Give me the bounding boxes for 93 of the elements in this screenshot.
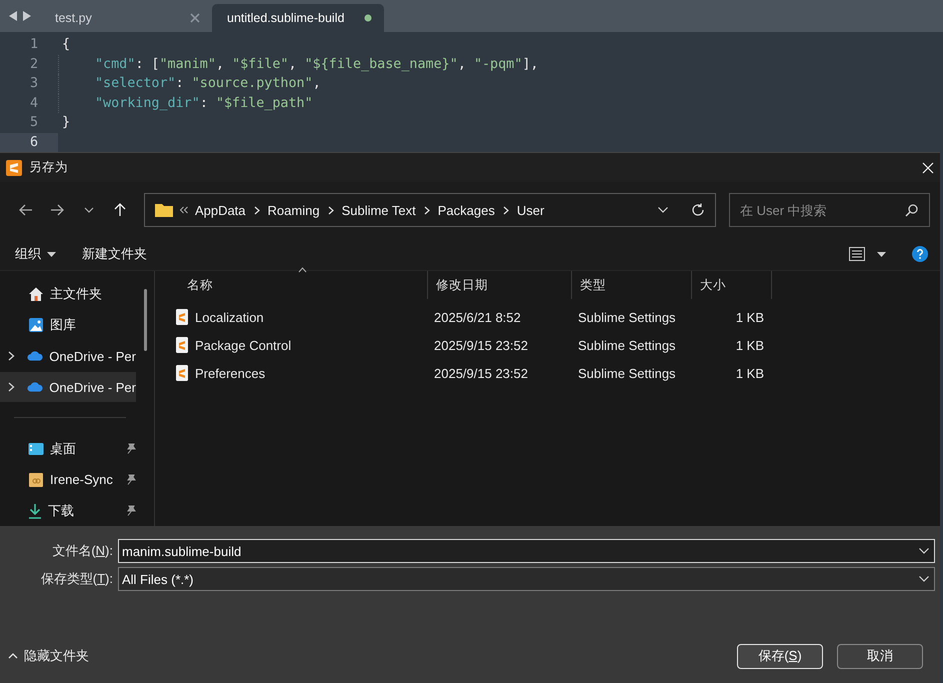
cloud-icon — [26, 350, 44, 362]
refresh-icon[interactable] — [690, 203, 705, 217]
breadcrumb[interactable]: AppData — [194, 202, 246, 218]
line-number: 4 — [28, 94, 39, 113]
size-cell-text: 1 KB — [734, 338, 765, 352]
modified-dot-icon — [364, 14, 372, 22]
sidebar-item[interactable]: OneDrive - Per — [0, 372, 136, 402]
date-cell-text: 2025/6/21 8:52 — [433, 310, 522, 324]
type-cell-text: Sublime Settings — [577, 366, 677, 380]
breadcrumb-chevron-icon — [502, 206, 509, 214]
type-cell-text: Sublime Settings — [577, 338, 677, 352]
code-line: } — [61, 114, 70, 132]
desktop-icon — [28, 442, 44, 456]
hide-folders-toggle[interactable]: 隐藏文件夹 — [8, 647, 89, 665]
chevron-up-icon — [8, 653, 18, 659]
file-name-cell[interactable]: Package Control — [155, 337, 428, 353]
file-name-cell[interactable]: Localization — [155, 309, 428, 325]
field-label: 文件名(N): — [51, 542, 114, 560]
caret-icon[interactable] — [877, 252, 886, 256]
pin-icon[interactable] — [125, 474, 136, 486]
file-name-field[interactable]: manim.sublime-build — [118, 539, 935, 563]
folder-icon — [28, 472, 44, 488]
organize-menu-button[interactable]: 组织 — [8, 241, 63, 267]
chevron-right-icon[interactable] — [8, 382, 15, 392]
sidebar-item[interactable]: 图库 — [0, 310, 136, 341]
tab-forward-icon[interactable] — [22, 11, 31, 21]
folder-icon — [154, 203, 173, 217]
chevron-down-icon[interactable] — [656, 206, 669, 214]
field-label: 保存类型(T): — [40, 570, 114, 588]
type-cell-text: Sublime Settings — [577, 310, 677, 324]
sublime-file-icon — [175, 365, 189, 381]
sidebar-item[interactable]: 下载 — [0, 495, 136, 526]
chevron-down-icon[interactable] — [918, 575, 930, 583]
code-line: "cmd": ["manim", "$file", "${file_base_name}", "-pqm"], — [94, 56, 538, 74]
app-icon — [6, 160, 22, 176]
column-header[interactable]: 大小 — [692, 271, 772, 299]
back-arrow-icon — [18, 204, 33, 216]
breadcrumb-chevron-icon — [424, 206, 430, 214]
new-folder-button[interactable]: 新建文件夹 — [75, 241, 154, 267]
sidebar-item[interactable]: Irene-Sync — [0, 464, 136, 496]
code-line: "working_dir": "$file_path" — [94, 94, 313, 113]
cancel-button[interactable]: 取消 — [837, 644, 923, 668]
dialog-title: 另存为 — [29, 159, 69, 176]
search-field[interactable]: 在 User 中搜索 — [728, 193, 930, 227]
size-cell-text: 1 KB — [734, 310, 765, 324]
view-list-icon[interactable] — [849, 247, 865, 261]
line-number: 5 — [28, 114, 39, 132]
editor-tab[interactable]: test.py — [40, 4, 212, 32]
breadcrumb[interactable]: Roaming — [268, 202, 320, 218]
sublime-file-icon — [175, 337, 189, 353]
up-arrow-icon — [114, 203, 126, 217]
line-number: 2 — [28, 56, 39, 74]
code-line: { — [61, 36, 70, 54]
size-cell-text: 1 KB — [734, 366, 765, 380]
overflow-chevron-icon[interactable] — [178, 206, 189, 214]
file-name-cell[interactable]: Preferences — [155, 365, 428, 381]
forward-arrow-icon — [50, 204, 64, 216]
caret-icon — [47, 252, 56, 256]
column-header[interactable]: 类型 — [572, 271, 692, 299]
column-header[interactable]: 修改日期 — [428, 271, 572, 299]
line-number: 3 — [28, 75, 39, 94]
editor-tab[interactable]: untitled.sublime-build — [212, 4, 384, 32]
tab-back-icon[interactable] — [9, 11, 18, 21]
chevron-down-icon — [84, 207, 94, 213]
line-number: 1 — [28, 36, 39, 54]
date-cell-text: 2025/9/15 23:52 — [433, 366, 529, 380]
breadcrumb-chevron-icon — [328, 206, 334, 214]
pin-icon[interactable] — [125, 505, 136, 516]
scrollbar[interactable] — [144, 289, 147, 351]
home-icon — [28, 286, 44, 302]
save-button[interactable]: 保存(S) — [737, 644, 823, 668]
code-line: "selector": "source.python", — [94, 75, 321, 94]
sublime-file-icon — [175, 309, 189, 325]
file-type-dropdown[interactable]: All Files (*.*) — [118, 567, 935, 591]
chevron-down-icon[interactable] — [918, 547, 930, 555]
line-number: 6 — [0, 132, 58, 152]
breadcrumb[interactable]: Sublime Text — [342, 202, 416, 218]
download-icon — [28, 502, 42, 519]
sidebar-item[interactable]: OneDrive - Per — [0, 340, 136, 372]
sidebar-item[interactable]: 主文件夹 — [0, 279, 136, 310]
date-cell-text: 2025/9/15 23:52 — [433, 338, 529, 352]
help-icon[interactable] — [912, 246, 928, 262]
chevron-right-icon[interactable] — [8, 351, 15, 362]
cloud-icon — [26, 381, 44, 393]
address-bar[interactable]: AppData Roaming Sublime Text Packages User — [144, 193, 716, 227]
column-header[interactable]: 名称 — [155, 271, 428, 299]
breadcrumb-chevron-icon — [254, 206, 260, 214]
pin-icon[interactable] — [125, 443, 136, 454]
picture-icon — [28, 317, 44, 334]
search-icon — [904, 204, 918, 217]
breadcrumb[interactable]: Packages — [438, 202, 495, 218]
breadcrumb[interactable]: User — [516, 202, 544, 218]
sidebar-item[interactable]: 桌面 — [0, 433, 136, 464]
